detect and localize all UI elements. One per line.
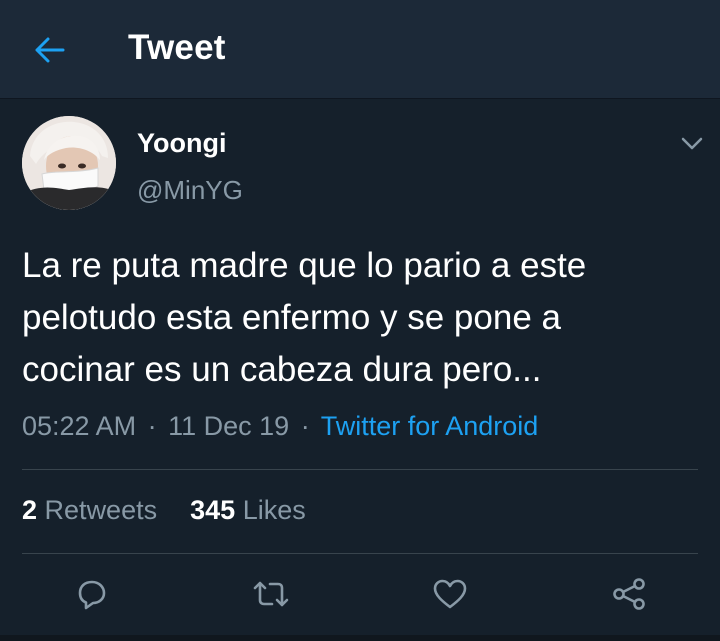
share-icon xyxy=(613,578,645,610)
meta-separator: · xyxy=(300,411,310,441)
retweets-label: Retweets xyxy=(44,495,158,525)
retweets-count: 2 xyxy=(22,495,38,525)
tweet-meta: 05:22 AM · 11 Dec 19 · Twitter for Andro… xyxy=(22,411,538,442)
tweet-date: 11 Dec 19 xyxy=(168,411,290,441)
likes-label: Likes xyxy=(242,495,306,525)
reply-button[interactable] xyxy=(71,574,111,614)
likes-count: 345 xyxy=(190,495,236,525)
tweet-text-line: cocinar es un cabeza dura pero... xyxy=(22,350,542,389)
top-bar: Tweet xyxy=(0,0,720,99)
chevron-down-icon xyxy=(681,137,703,150)
retweet-button[interactable] xyxy=(251,574,291,614)
like-icon xyxy=(433,579,467,609)
bottom-divider xyxy=(0,635,720,641)
tweet-source-link[interactable]: Twitter for Android xyxy=(321,411,539,441)
back-button[interactable] xyxy=(30,30,70,70)
likes-stat[interactable]: 345 Likes xyxy=(190,495,306,525)
arrow-left-icon xyxy=(35,37,65,63)
like-button[interactable] xyxy=(430,574,470,614)
more-options-button[interactable] xyxy=(678,132,706,156)
tweet-text-line: La re puta madre que lo pario a este xyxy=(22,246,587,285)
retweets-stat[interactable]: 2 Retweets xyxy=(22,495,165,525)
author-handle[interactable]: @MinYG xyxy=(137,175,243,206)
tweet-text: La re puta madre que lo pario a este pel… xyxy=(22,240,702,396)
tweet-text-line: pelotudo esta enfermo y se pone a xyxy=(22,298,561,337)
page-title: Tweet xyxy=(128,28,226,67)
author-name[interactable]: Yoongi xyxy=(137,128,226,159)
tweet-stats: 2 Retweets 345 Likes xyxy=(22,495,306,526)
reply-icon xyxy=(78,580,106,610)
retweet-icon xyxy=(253,581,289,607)
divider xyxy=(22,553,698,554)
divider xyxy=(22,469,698,470)
meta-separator: · xyxy=(147,411,157,441)
avatar[interactable] xyxy=(22,116,116,210)
tweet-time: 05:22 AM xyxy=(22,411,137,441)
share-button[interactable] xyxy=(609,574,649,614)
